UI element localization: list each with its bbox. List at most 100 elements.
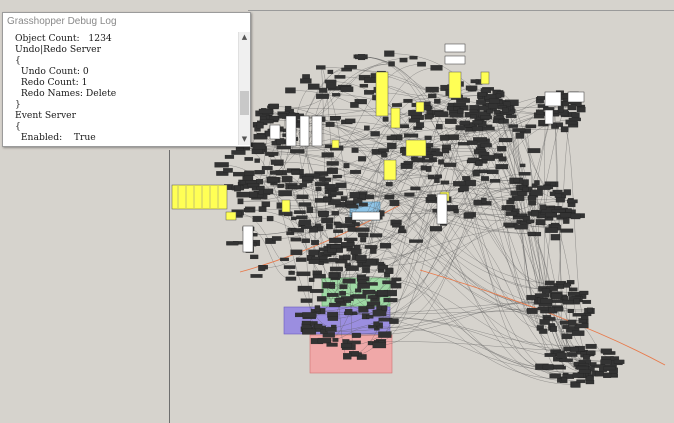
component-node <box>518 172 531 176</box>
component-node <box>328 272 339 278</box>
component-node <box>560 126 569 133</box>
component-node <box>517 191 527 196</box>
component-node <box>243 208 254 213</box>
component-node <box>263 188 274 195</box>
component-node <box>534 180 540 186</box>
component-node <box>535 109 544 115</box>
white-panel <box>544 91 562 107</box>
component-node <box>318 261 324 265</box>
component-node <box>453 209 459 214</box>
component-node <box>399 57 408 63</box>
component-node <box>285 87 296 94</box>
component-node <box>364 125 370 131</box>
component-node <box>471 126 484 132</box>
component-node <box>431 148 440 152</box>
component-node <box>455 125 465 131</box>
component-node <box>519 163 526 168</box>
component-node <box>417 61 426 67</box>
component-node <box>329 302 341 308</box>
component-node <box>267 177 279 183</box>
component-node <box>284 105 292 111</box>
component-node <box>512 128 526 132</box>
component-node <box>498 137 513 143</box>
component-node <box>522 179 529 186</box>
component-node <box>256 122 264 129</box>
component-node <box>299 183 307 188</box>
component-node <box>572 372 584 378</box>
debug-log-text[interactable]: Object Count: 1234 Undo|Redo Server { Un… <box>3 32 238 145</box>
component-node <box>244 170 255 176</box>
component-node <box>387 142 397 150</box>
component-node <box>550 325 557 332</box>
component-node <box>369 233 383 238</box>
component-node <box>244 157 254 161</box>
component-node <box>562 325 570 329</box>
log-line: { <box>15 121 21 132</box>
component-node <box>316 296 327 302</box>
component-node <box>603 372 612 378</box>
component-node <box>600 348 612 354</box>
log-line: Event Server <box>15 110 77 121</box>
component-node <box>330 244 342 249</box>
component-node <box>476 99 486 105</box>
component-node <box>428 93 437 99</box>
component-node <box>561 333 573 340</box>
chevron-up-icon[interactable]: ▲ <box>239 32 250 43</box>
yellow-panel <box>171 184 228 210</box>
chevron-down-icon[interactable]: ▼ <box>239 134 250 145</box>
white-panel <box>444 43 466 53</box>
component-node <box>576 365 591 370</box>
component-node <box>586 307 593 313</box>
component-node <box>555 197 565 203</box>
component-node <box>481 197 487 204</box>
debug-log-scrollbar[interactable]: ▲ ▼ <box>238 32 250 145</box>
component-node <box>410 186 421 191</box>
component-node <box>498 156 507 162</box>
scrollbar-thumb[interactable] <box>240 91 249 115</box>
yellow-panel <box>375 71 389 117</box>
component-node <box>613 359 625 364</box>
component-node <box>307 83 320 90</box>
component-node <box>445 118 457 124</box>
component-node <box>436 123 443 130</box>
component-node <box>321 217 334 224</box>
component-node <box>481 176 489 181</box>
log-line: Redo Names: Delete <box>15 88 117 99</box>
component-node <box>291 216 297 221</box>
component-node <box>409 239 423 243</box>
component-node <box>434 111 449 117</box>
debug-log-window[interactable]: Grasshopper Debug Log Object Count: 1234… <box>2 12 251 147</box>
component-node <box>560 228 574 233</box>
component-node <box>309 289 324 293</box>
component-node <box>271 236 282 241</box>
component-node <box>319 87 328 93</box>
component-node <box>345 118 356 124</box>
component-node <box>540 298 553 304</box>
component-node <box>319 176 326 182</box>
debug-log-titlebar[interactable]: Grasshopper Debug Log <box>3 13 250 33</box>
yellow-panel <box>225 211 237 221</box>
component-node <box>403 160 414 165</box>
component-node <box>378 148 389 153</box>
component-node <box>377 268 385 273</box>
component-node <box>261 166 273 171</box>
component-node <box>224 154 235 159</box>
component-node <box>377 264 388 270</box>
component-node <box>549 373 561 379</box>
component-node <box>440 180 450 185</box>
component-node <box>329 237 342 244</box>
component-node <box>425 86 439 93</box>
component-node <box>318 211 329 218</box>
component-node <box>327 316 339 321</box>
component-node <box>531 210 539 217</box>
component-node <box>324 184 336 190</box>
component-node <box>563 283 571 288</box>
component-node <box>563 189 571 196</box>
component-node <box>469 114 477 119</box>
component-node <box>383 297 389 303</box>
component-node <box>392 222 401 228</box>
log-line: { <box>15 55 21 66</box>
component-node <box>388 298 398 303</box>
component-node <box>514 224 528 230</box>
log-line: Object Count: 1234 <box>15 33 112 44</box>
